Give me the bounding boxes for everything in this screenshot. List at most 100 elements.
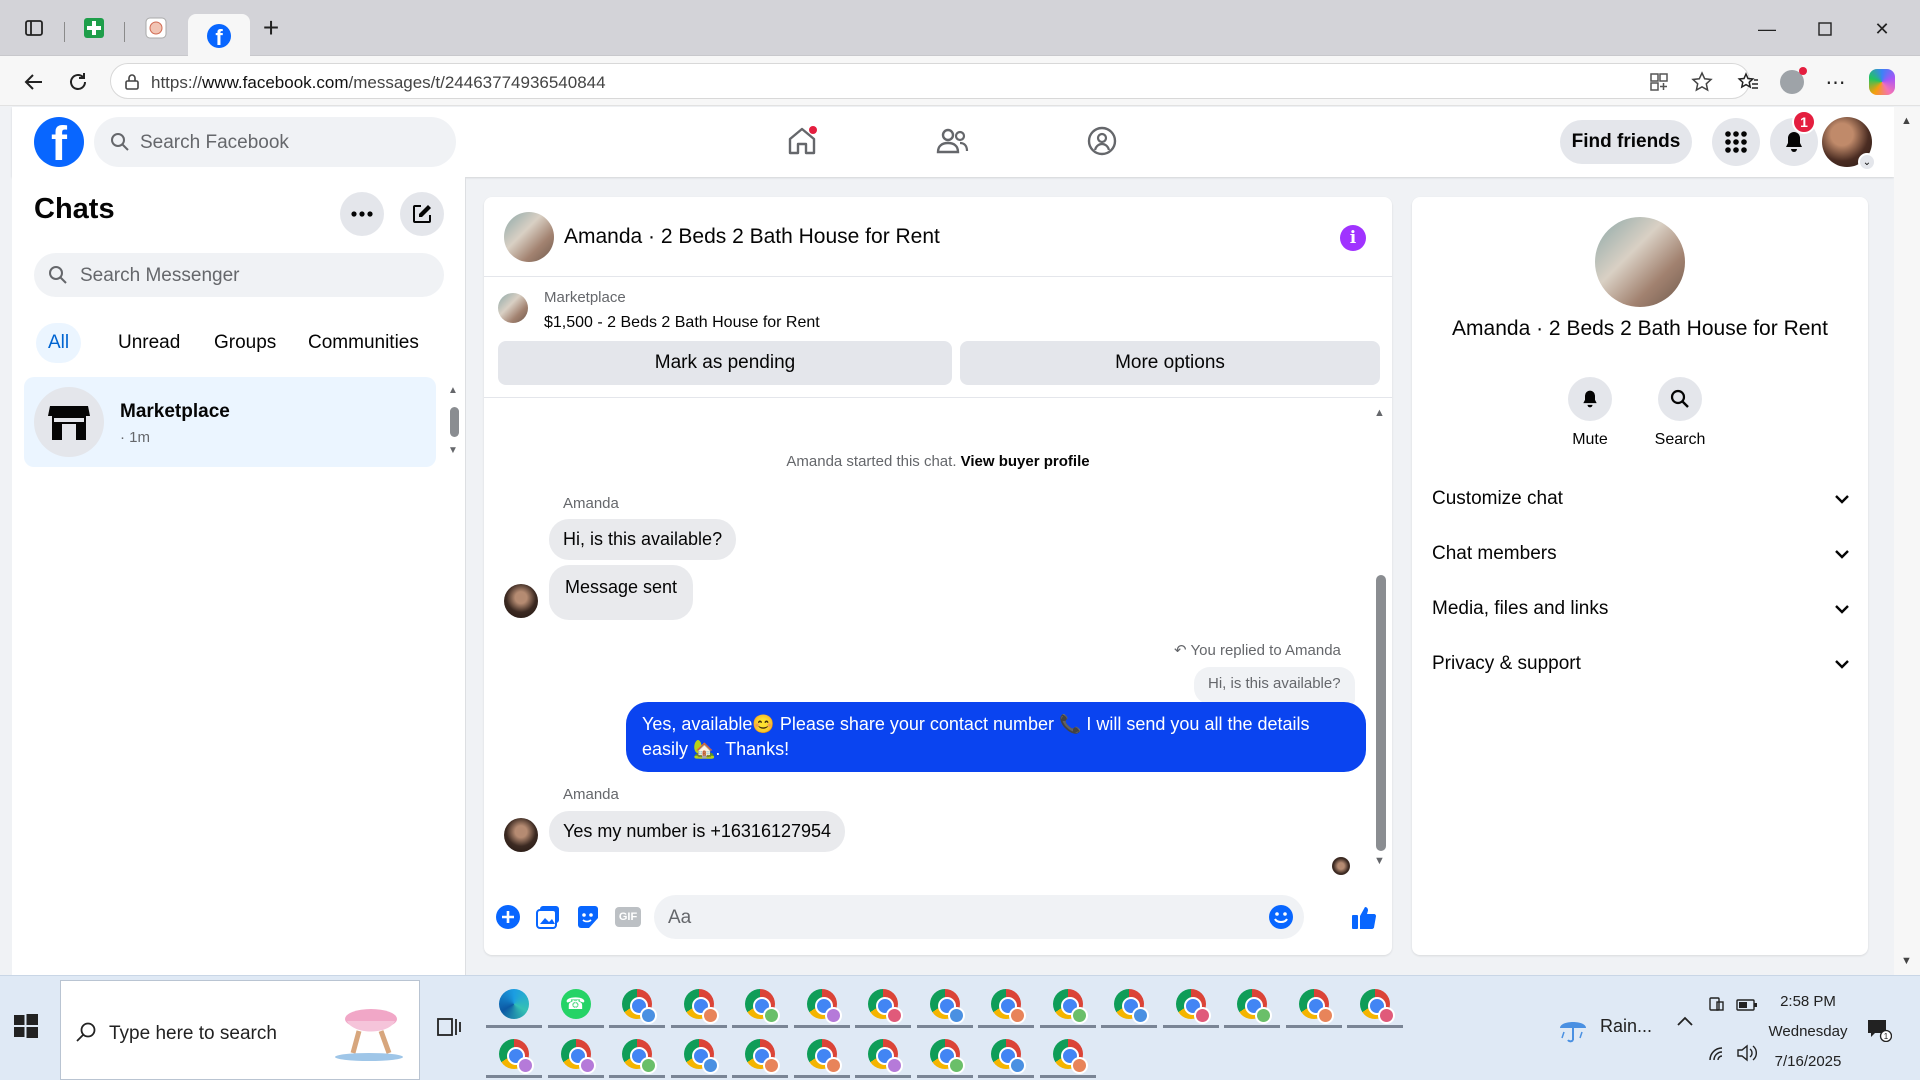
chrome-app-icon[interactable] — [793, 982, 850, 1028]
incoming-message[interactable]: Yes my number is +16316127954 — [549, 811, 846, 852]
new-tab-button[interactable]: + — [259, 12, 283, 43]
back-arrow-icon[interactable] — [20, 68, 48, 96]
taskbar-clock[interactable]: 2:58 PM Wednesday 7/16/2025 — [1768, 990, 1848, 1074]
app-available-icon[interactable] — [1649, 72, 1669, 97]
conversation-title[interactable]: Amanda · 2 Beds 2 Bath House for Rent — [564, 225, 940, 249]
thumbs-up-icon[interactable] — [1350, 903, 1378, 931]
groups-icon[interactable] — [1082, 121, 1122, 161]
more-menu-icon[interactable]: ⋯ — [1822, 68, 1850, 96]
sender-avatar[interactable] — [504, 818, 538, 852]
scroll-up-arrow-icon[interactable]: ▲ — [1374, 407, 1385, 419]
chrome-app-icon[interactable] — [609, 1032, 665, 1078]
messenger-search-input[interactable]: Search Messenger — [34, 253, 444, 297]
page-scrollbar[interactable]: ▲ ▼ — [1894, 107, 1920, 975]
battery-icon[interactable] — [1736, 998, 1758, 1016]
mark-as-pending-button[interactable]: Mark as pending — [498, 341, 952, 385]
show-hidden-icons-chevron-up-icon[interactable] — [1676, 1014, 1694, 1032]
active-facebook-tab[interactable]: f — [188, 14, 250, 56]
privacy-support-row[interactable]: Privacy & support — [1432, 642, 1850, 686]
chats-options-button[interactable] — [340, 192, 384, 236]
scroll-down-arrow-icon[interactable]: ▼ — [1374, 855, 1385, 867]
mute-button[interactable]: Mute — [1550, 377, 1630, 449]
chat-members-row[interactable]: Chat members — [1432, 532, 1850, 576]
listing-thumbnail[interactable] — [498, 293, 528, 323]
chat-list-item[interactable]: Marketplace · 1m — [24, 377, 436, 467]
chrome-app-icon[interactable] — [978, 1032, 1034, 1078]
listing-price[interactable]: $1,500 - 2 Beds 2 Bath House for Rent — [544, 314, 820, 332]
search-in-chat-button[interactable]: Search — [1640, 377, 1720, 449]
maximize-icon[interactable] — [1812, 18, 1838, 40]
new-message-button[interactable] — [400, 192, 444, 236]
find-friends-button[interactable]: Find friends — [1560, 120, 1692, 164]
chrome-app-icon[interactable] — [732, 1032, 788, 1078]
filter-tab-groups[interactable]: Groups — [202, 323, 288, 363]
filter-tab-all[interactable]: All — [36, 323, 82, 363]
facebook-logo[interactable]: f — [34, 117, 84, 167]
chrome-app-icon[interactable] — [1162, 982, 1219, 1028]
account-chevron-down-icon[interactable]: ⌄ — [1858, 153, 1876, 171]
chrome-app-icon[interactable] — [855, 982, 911, 1028]
conversation-scrollbar[interactable] — [1376, 575, 1386, 851]
chat-info-avatar[interactable] — [1595, 217, 1685, 307]
volume-icon[interactable] — [1736, 1044, 1758, 1067]
chrome-app-icon[interactable] — [670, 982, 727, 1028]
chrome-app-icon[interactable] — [670, 1032, 727, 1078]
facebook-search-input[interactable]: Search Facebook — [94, 117, 456, 167]
incoming-message[interactable]: Message sent — [549, 565, 694, 620]
task-view-icon[interactable] — [436, 1014, 462, 1045]
favorites-icon[interactable] — [1734, 68, 1762, 96]
chrome-app-icon[interactable] — [732, 982, 788, 1028]
sender-avatar[interactable] — [504, 584, 538, 618]
chrome-app-icon[interactable] — [1347, 982, 1403, 1028]
photo-icon[interactable] — [534, 903, 562, 931]
site-tab-icon[interactable] — [144, 16, 168, 40]
info-icon[interactable]: i — [1340, 225, 1366, 251]
windows-start-icon[interactable] — [14, 1014, 44, 1044]
chrome-app-icon[interactable] — [793, 1032, 850, 1078]
wifi-icon[interactable] — [1708, 1046, 1728, 1067]
incoming-message[interactable]: Hi, is this available? — [549, 519, 737, 560]
chrome-app-icon[interactable] — [1039, 1032, 1096, 1078]
weather-text[interactable]: Rain... — [1600, 1016, 1652, 1037]
taskbar-search-input[interactable]: Type here to search — [60, 980, 420, 1080]
scroll-down-arrow-icon[interactable]: ▼ — [1901, 955, 1912, 967]
friends-icon[interactable] — [932, 121, 972, 161]
view-buyer-profile-link[interactable]: View buyer profile — [961, 453, 1090, 470]
home-icon[interactable] — [782, 121, 822, 161]
chrome-app-icon[interactable] — [1285, 982, 1342, 1028]
outgoing-message[interactable]: Yes, available😊 Please share your contac… — [626, 702, 1366, 772]
scroll-up-arrow-icon[interactable]: ▲ — [1901, 115, 1912, 127]
site-info-icon[interactable] — [123, 73, 141, 96]
copilot-icon[interactable] — [1868, 68, 1896, 96]
chrome-app-icon[interactable] — [916, 1032, 973, 1078]
chrome-app-icon[interactable] — [1101, 982, 1157, 1028]
gif-icon[interactable]: GIF — [614, 903, 642, 931]
menu-grid-icon[interactable] — [1712, 118, 1760, 166]
chrome-app-icon[interactable] — [978, 982, 1034, 1028]
scroll-down-arrow-icon[interactable]: ▼ — [448, 445, 458, 456]
conversation-avatar[interactable] — [504, 212, 554, 262]
whatsapp-app-icon[interactable]: ☎ — [547, 982, 604, 1028]
edge-app-icon[interactable] — [486, 982, 542, 1028]
minimize-icon[interactable]: — — [1754, 18, 1780, 40]
scroll-up-arrow-icon[interactable]: ▲ — [448, 385, 458, 396]
tab-actions-icon[interactable] — [22, 16, 46, 40]
message-input[interactable]: Aa — [654, 895, 1304, 939]
filter-tab-unread[interactable]: Unread — [106, 323, 192, 363]
close-window-icon[interactable]: ✕ — [1869, 18, 1895, 40]
emoji-icon[interactable] — [1268, 904, 1294, 935]
notification-center-icon[interactable]: 1 — [1866, 1018, 1893, 1047]
url-field[interactable]: https://www.facebook.com/messages/t/2446… — [110, 63, 1750, 99]
sheets-tab-icon[interactable] — [82, 16, 106, 40]
sticker-icon[interactable] — [574, 903, 602, 931]
favorite-star-icon[interactable] — [1691, 71, 1713, 98]
media-files-links-row[interactable]: Media, files and links — [1432, 587, 1850, 631]
chrome-app-icon[interactable] — [486, 1032, 542, 1078]
more-options-button[interactable]: More options — [960, 341, 1380, 385]
device-icon[interactable] — [1708, 996, 1724, 1017]
chrome-app-icon[interactable] — [1224, 982, 1280, 1028]
chrome-app-icon[interactable] — [855, 1032, 911, 1078]
chats-scrollbar[interactable] — [450, 407, 459, 437]
customize-chat-row[interactable]: Customize chat — [1432, 477, 1850, 521]
quoted-message[interactable]: Hi, is this available? — [1194, 667, 1355, 704]
